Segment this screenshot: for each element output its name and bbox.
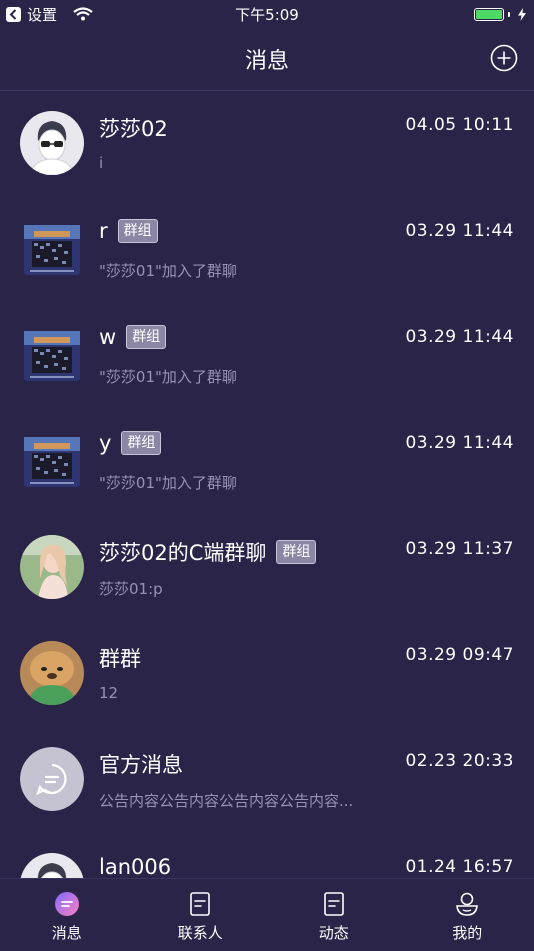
tab-label: 动态 (318, 924, 349, 942)
tab-label: 联系人 (177, 924, 223, 942)
tab-bar: 消息 联系人 动态 我的 (0, 878, 534, 951)
message-row[interactable]: y 群组 03.29 11:44 "莎莎01"加入了群聊 (0, 409, 534, 515)
message-time: 03.29 11:44 (405, 433, 514, 453)
message-preview: "莎莎01"加入了群聊 (99, 474, 237, 492)
conversation-name: lan006 (99, 855, 171, 878)
conversation-title: w (99, 325, 117, 349)
status-time: 下午5:09 (235, 6, 299, 24)
message-row[interactable]: w 群组 03.29 11:44 "莎莎01"加入了群聊 (0, 303, 534, 409)
message-list[interactable]: 莎莎02 04.05 10:11 i r 群组 03.29 11:44 "莎莎01"加入了群… (0, 91, 534, 878)
conversation-title: y (99, 431, 112, 455)
message-row[interactable]: lan006 01.24 16:57 (0, 833, 534, 878)
avatar (20, 111, 84, 175)
avatar (20, 853, 84, 878)
conversation-title: r (99, 219, 108, 243)
conversation-name: 莎莎02 (99, 113, 168, 143)
feed-icon (323, 892, 344, 916)
group-avatar (22, 327, 82, 387)
tab-contacts[interactable]: 联系人 (134, 879, 267, 951)
tab-profile[interactable]: 我的 (401, 879, 534, 951)
group-avatar (22, 433, 82, 493)
group-badge: 群组 (276, 540, 317, 564)
battery-icon (474, 7, 504, 21)
group-badge: 群组 (126, 325, 167, 349)
message-row[interactable]: 官方消息 02.23 20:33 公告内容公告内容公告内容公告内容... (0, 727, 534, 833)
message-row[interactable]: 群群 03.29 09:47 12 (0, 621, 534, 727)
add-button[interactable] (490, 44, 518, 72)
message-preview: 莎莎01:p (99, 580, 163, 598)
tab-messages[interactable]: 消息 (0, 879, 133, 951)
profile-icon (456, 892, 479, 916)
group-avatar (22, 221, 82, 281)
message-preview: 12 (99, 684, 119, 702)
conversation-name: 官方消息 (99, 749, 183, 779)
message-time: 01.24 16:57 (405, 857, 514, 877)
avatar (20, 747, 84, 811)
message-time: 03.29 09:47 (405, 645, 514, 665)
message-preview: "莎莎01"加入了群聊 (99, 368, 237, 386)
tab-label: 我的 (452, 924, 483, 942)
message-row[interactable]: 莎莎02 04.05 10:11 i (0, 91, 534, 197)
message-time: 04.05 10:11 (405, 115, 514, 135)
conversation-title: 莎莎02 (99, 117, 168, 141)
conversation-name: 莎莎02的C端群聊 群组 (99, 537, 317, 567)
message-row[interactable]: r 群组 03.29 11:44 "莎莎01"加入了群聊 (0, 197, 534, 303)
message-time: 03.29 11:44 (405, 221, 514, 241)
message-time: 03.29 11:44 (405, 327, 514, 347)
conversation-name: y 群组 (99, 431, 162, 455)
tab-feed[interactable]: 动态 (267, 879, 400, 951)
message-preview: i (99, 154, 104, 172)
conversation-title: 群群 (99, 647, 141, 671)
message-row[interactable]: 莎莎02的C端群聊 群组 03.29 11:37 莎莎01:p (0, 515, 534, 621)
avatar (20, 535, 84, 599)
conversation-name: r 群组 (99, 219, 158, 243)
status-bar: 设置 下午5:09 (0, 0, 534, 28)
contacts-icon (190, 892, 211, 916)
conversation-name: w 群组 (99, 325, 167, 349)
tab-label: 消息 (51, 924, 82, 942)
page-title: 消息 (244, 49, 289, 74)
nav-bar: 消息 (0, 28, 534, 91)
group-badge: 群组 (117, 219, 158, 243)
message-time: 03.29 11:37 (405, 539, 514, 559)
message-preview: 公告内容公告内容公告内容公告内容... (99, 792, 354, 810)
conversation-title: 官方消息 (99, 753, 183, 777)
avatar (20, 641, 84, 705)
conversation-title: 莎莎02的C端群聊 (99, 541, 267, 565)
group-badge: 群组 (121, 431, 162, 455)
conversation-name: 群群 (99, 643, 141, 673)
chat-bubble-icon (54, 892, 79, 916)
conversation-title: lan006 (99, 855, 172, 878)
message-time: 02.23 20:33 (405, 751, 514, 771)
message-preview: "莎莎01"加入了群聊 (99, 262, 237, 280)
